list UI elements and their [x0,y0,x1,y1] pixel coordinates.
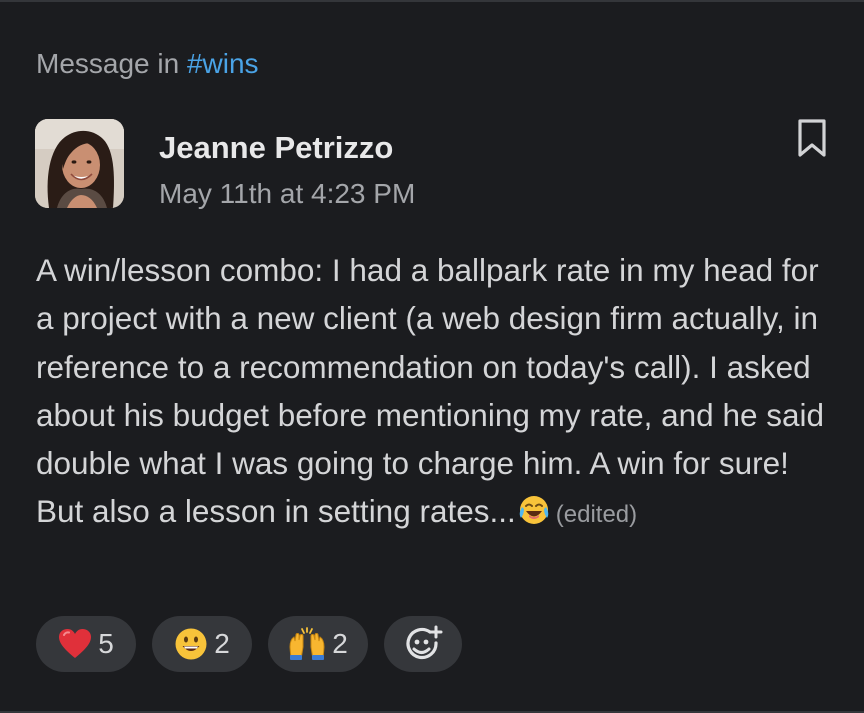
message-body: A win/lesson combo: I had a ballpark rat… [36,246,836,540]
smiley-face-icon [174,627,208,661]
add-reaction-icon [403,625,443,663]
reaction-count: 2 [332,628,348,659]
reaction-raising-hands[interactable]: 2 [268,616,368,672]
reaction-smiley[interactable]: 2 [152,616,252,672]
add-reaction-button[interactable] [384,616,462,672]
face-with-tears-of-joy-icon [518,491,550,539]
reaction-count: 2 [214,628,230,659]
author-name[interactable]: Jeanne Petrizzo [159,128,393,168]
edited-label: (edited) [555,501,638,529]
red-heart-icon [58,628,92,660]
reaction-heart[interactable]: 5 [36,616,136,672]
message-timestamp[interactable]: May 11th at 4:23 PM [159,176,415,212]
context-prefix: Message in [36,48,180,79]
reactions-bar: 5 2 2 [36,616,462,672]
channel-link[interactable]: #wins [187,48,259,79]
avatar-photo [35,119,124,208]
reaction-count: 5 [98,628,114,659]
message-context: Message in #wins [36,46,259,82]
bookmark-icon[interactable] [795,117,829,159]
avatar[interactable] [35,119,124,208]
message-text: A win/lesson combo: I had a ballpark rat… [36,252,825,530]
message-view: Message in #wins Jeanne Petrizzo May 11t… [0,0,864,713]
raising-hands-icon [288,627,326,661]
